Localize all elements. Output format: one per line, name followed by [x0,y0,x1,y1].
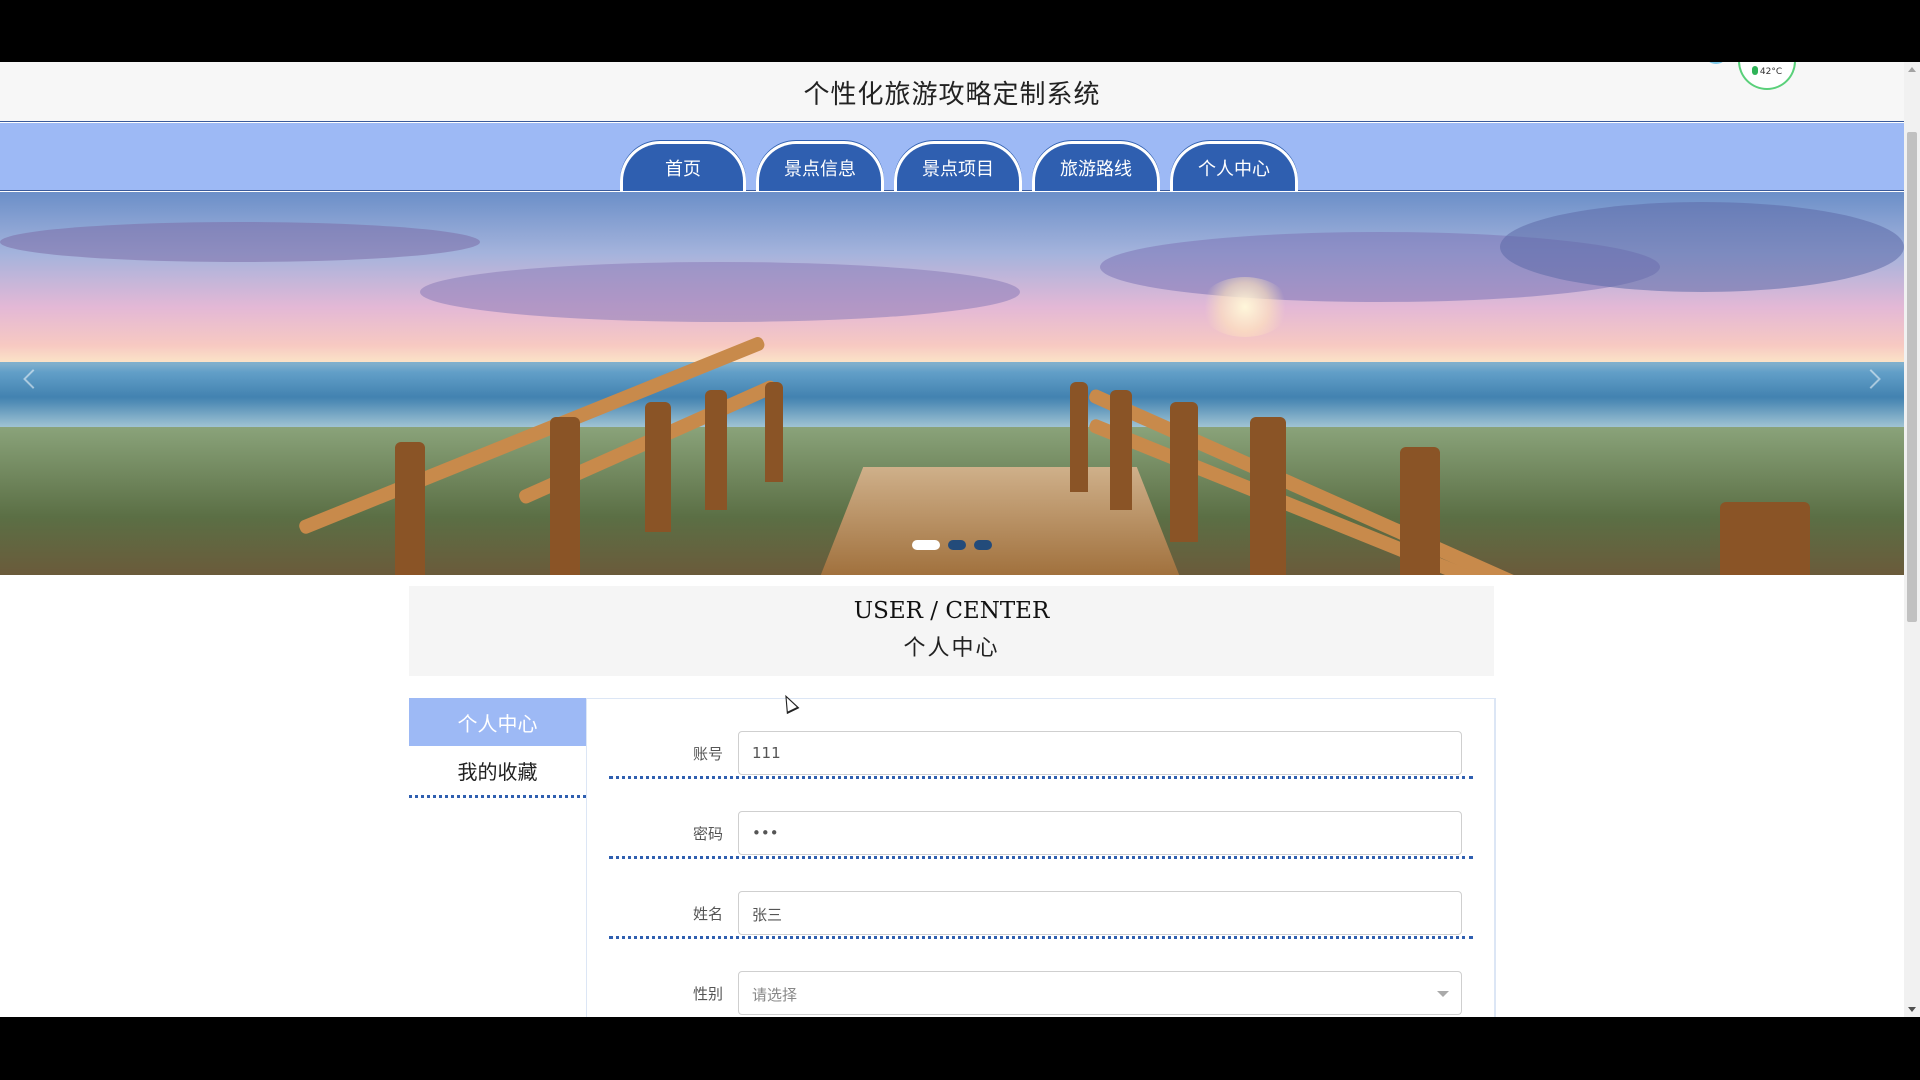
form-row-account: 账号 111 [609,699,1473,779]
carousel-dot[interactable] [912,540,940,550]
scroll-down-icon[interactable] [1904,1003,1920,1017]
banner-cloud [420,262,1020,322]
nav-tab-user-center[interactable]: 个人中心 [1170,141,1298,191]
user-center-title-en: USER / CENTER [853,598,1050,624]
nav-tab-attractions[interactable]: 景点信息 [756,141,884,191]
user-center-title-cn: 个人中心 [903,636,1000,661]
gender-select-placeholder: 请选择 [752,986,798,1004]
letterbox-top [0,0,1920,62]
banner-sea [0,362,1904,432]
thermometer-icon [1751,66,1758,75]
browser-viewport: 个性化旅游攻略定制系统 42°C 首页 景点信息 景点项目 旅游路线 个人中心 [0,62,1920,1017]
password-input[interactable]: ••• [738,811,1462,855]
fence-post [1720,502,1810,575]
banner-cloud [1500,202,1904,292]
fence-post [1400,447,1440,575]
temperature-widget[interactable]: 42°C [1738,62,1796,90]
fence-post [705,390,727,510]
widget-bubble [1704,62,1728,64]
chevron-down-icon [1437,991,1449,997]
fence-post [1250,417,1286,575]
banner-carousel[interactable] [0,192,1904,575]
scroll-up-icon[interactable] [1904,62,1920,76]
banner-cloud [0,222,480,262]
site-title: 个性化旅游攻略定制系统 [803,80,1101,110]
nav-tab-home[interactable]: 首页 [620,141,746,191]
name-input[interactable]: 张三 [738,891,1462,935]
sidebar-item-user-center[interactable]: 个人中心 [409,698,586,746]
temperature-text: 42°C [1759,67,1783,77]
fence-post [765,382,783,482]
account-input[interactable]: 111 [738,731,1462,775]
carousel-dot[interactable] [948,540,966,550]
password-label: 密码 [692,825,723,843]
fence-post [645,402,671,532]
form-row-password: 密码 ••• [609,779,1473,859]
fence-post [1170,402,1198,542]
form-row-gender: 性别 请选择 [609,939,1473,1017]
title-bar: 个性化旅游攻略定制系统 42°C [0,62,1904,122]
nav-tab-attraction-projects[interactable]: 景点项目 [894,141,1022,191]
user-center-header: USER / CENTER 个人中心 [409,586,1494,676]
profile-form: 账号 111 密码 ••• 姓名 张三 性别 请选择 [586,698,1496,1017]
carousel-dot[interactable] [974,540,992,550]
fence-post [1070,382,1088,492]
fence-post [395,442,425,575]
user-sidebar: 个人中心 我的收藏 [409,698,586,798]
account-label: 账号 [692,745,723,763]
banner-sun [1200,277,1290,337]
gender-select[interactable]: 请选择 [738,971,1462,1015]
name-label: 姓名 [692,905,723,923]
letterbox-bottom [0,1017,1920,1080]
fence-post [550,417,580,575]
page-scrollbar[interactable] [1904,62,1920,1017]
nav-tabs: 首页 景点信息 景点项目 旅游路线 个人中心 [620,141,1298,191]
form-row-name: 姓名 张三 [609,859,1473,939]
nav-tab-travel-routes[interactable]: 旅游路线 [1032,141,1160,191]
carousel-indicators [912,540,992,550]
gender-label: 性别 [692,985,723,1003]
scroll-thumb[interactable] [1907,132,1917,622]
sidebar-item-favorites[interactable]: 我的收藏 [409,746,586,798]
fence-post [1110,390,1132,510]
nav-bar: 首页 景点信息 景点项目 旅游路线 个人中心 [0,123,1904,191]
